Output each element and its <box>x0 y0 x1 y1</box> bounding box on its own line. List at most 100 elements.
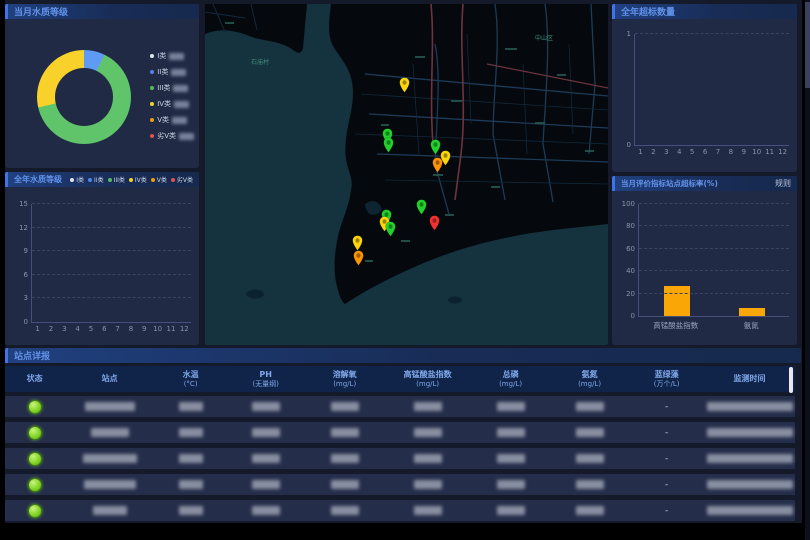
legend-dot <box>88 178 92 182</box>
y-tick-label: 6 <box>24 271 28 279</box>
legend-item[interactable]: V类 <box>151 175 167 184</box>
legend-dot <box>108 178 112 182</box>
bar-ammonia[interactable] <box>739 308 765 316</box>
table-scrollbar-thumb[interactable] <box>789 367 793 393</box>
y-tick-label: 15 <box>19 200 28 208</box>
legend-dot <box>171 178 175 182</box>
station-pin-yellow[interactable] <box>399 77 410 93</box>
xcat-permanganate: 高锰酸盐指数 <box>638 320 714 332</box>
table-row[interactable]: - <box>5 448 795 469</box>
legend-dot <box>150 54 154 58</box>
x-tick-label: 8 <box>124 325 137 337</box>
legend-item[interactable]: I类 <box>150 51 194 61</box>
redacted-station <box>93 506 127 515</box>
column-unit: (mg/L) <box>333 380 356 389</box>
table-title-bar: 站点详报 <box>5 348 801 363</box>
x-tick-label: 9 <box>737 148 750 160</box>
column-header: 高锰酸盐指数(mg/L) <box>384 370 471 389</box>
table-row[interactable]: - <box>5 474 795 495</box>
page-scrollbar-thumb[interactable] <box>805 2 810 88</box>
city-map[interactable]: 石庙村 中山区 <box>205 4 608 345</box>
station-pin-green[interactable] <box>383 137 394 153</box>
redacted-do <box>331 454 359 463</box>
station-pin-red[interactable] <box>429 215 440 231</box>
redacted-time <box>707 506 793 515</box>
x-tick-label: 6 <box>699 148 712 160</box>
column-header: 水温(°C) <box>155 370 226 389</box>
station-pin-green[interactable] <box>416 199 427 215</box>
panel-year-quality-title: 全年水质等级 <box>14 174 62 185</box>
column-header: 状态 <box>5 374 64 384</box>
gridline <box>639 203 789 204</box>
x-tick-label: 3 <box>660 148 673 160</box>
table-row[interactable]: - <box>5 500 795 521</box>
x-tick-label: 9 <box>138 325 151 337</box>
legend-dot <box>70 178 74 182</box>
bar-permanganate[interactable] <box>664 286 690 316</box>
y-tick-label: 60 <box>626 245 635 253</box>
gridline <box>635 33 789 34</box>
gridline <box>32 250 191 251</box>
column-header: 蓝绿藻(万个/L) <box>629 370 704 389</box>
redacted-tp <box>497 454 525 463</box>
column-label: 高锰酸盐指数 <box>404 370 452 380</box>
x-tick-label: 10 <box>151 325 164 337</box>
panel-year-quality-header: 全年水质等级 I类 II类 III类 IV类 V类劣V类 <box>5 172 199 187</box>
legend-item[interactable]: II类 <box>150 67 194 77</box>
station-pin-orange[interactable] <box>432 157 443 173</box>
legend-item[interactable]: V类 <box>150 115 194 125</box>
legend-item[interactable]: IV类 <box>150 99 194 109</box>
column-unit: (mg/L) <box>499 380 522 389</box>
table-row[interactable]: - <box>5 396 795 417</box>
column-unit: (°C) <box>184 380 198 389</box>
redacted-ph <box>252 454 280 463</box>
legend-item[interactable]: III类 <box>150 83 194 93</box>
column-header: 氨氮(mg/L) <box>550 370 629 389</box>
x-tick-label: 11 <box>763 148 776 160</box>
legend-label: 劣V类 <box>157 131 176 141</box>
column-label: 站点 <box>102 374 118 384</box>
legend-item[interactable]: IV类 <box>129 175 147 184</box>
year-grade-xaxis: 123456789101112 <box>31 325 191 337</box>
column-header: 站点 <box>64 374 155 384</box>
station-pin-green[interactable] <box>385 221 396 237</box>
redacted-station <box>91 428 129 437</box>
y-tick-label: 0 <box>24 318 28 326</box>
station-rows: - - - - <box>5 396 795 521</box>
legend-item[interactable]: III类 <box>108 175 125 184</box>
x-tick-label: 12 <box>776 148 789 160</box>
page-scrollbar[interactable] <box>805 0 810 540</box>
redacted-time <box>707 480 793 489</box>
legend-item[interactable]: 劣V类 <box>171 175 193 184</box>
algae-value: - <box>665 506 668 516</box>
redacted-do <box>331 402 359 411</box>
legend-value-redacted <box>173 85 188 92</box>
column-label: 水温 <box>183 370 199 380</box>
legend-label: I类 <box>76 175 84 184</box>
x-tick-label: 1 <box>634 148 647 160</box>
legend-dot <box>150 102 154 106</box>
redacted-nh3n <box>576 480 604 489</box>
redacted-temp <box>179 428 203 437</box>
redacted-station <box>84 480 136 489</box>
column-unit: (万个/L) <box>654 380 680 389</box>
legend-label: IV类 <box>157 99 171 109</box>
water-grade-donut[interactable] <box>37 50 131 144</box>
redacted-nh3n <box>576 402 604 411</box>
redacted-do <box>331 506 359 515</box>
redacted-codmn <box>414 506 442 515</box>
table-row[interactable]: - <box>5 422 795 443</box>
panel-year-exceed-title: 全年超标数量 <box>621 5 675 18</box>
exceed-rate-xaxis: 高锰酸盐指数 氨氮 <box>638 320 789 332</box>
legend-item[interactable]: II类 <box>88 175 104 184</box>
legend-item[interactable]: I类 <box>70 175 84 184</box>
status-dot <box>28 452 42 466</box>
redacted-codmn <box>414 428 442 437</box>
x-tick-label: 2 <box>647 148 660 160</box>
station-pin-orange[interactable] <box>353 250 364 266</box>
rules-link[interactable]: 规则 <box>775 178 791 189</box>
station-pin-yellow[interactable] <box>352 235 363 251</box>
panel-exceed-rate-title: 当月评价指标站点超标率(%) <box>621 178 718 189</box>
legend-item[interactable]: 劣V类 <box>150 131 194 141</box>
redacted-temp <box>179 454 203 463</box>
